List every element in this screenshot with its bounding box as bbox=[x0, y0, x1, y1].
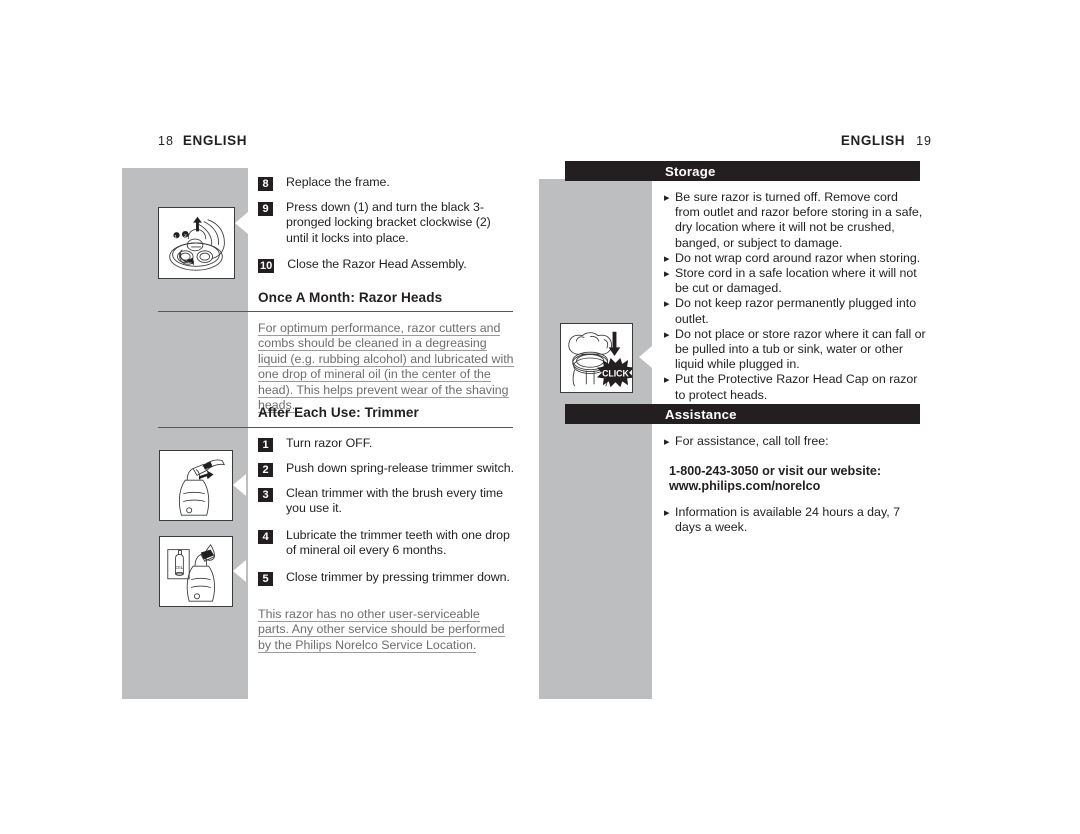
assistance-intro-bullet: ▸ For assistance, call toll free: bbox=[664, 434, 926, 449]
assistance-contact-block: 1-800-243-3050 or visit our website: www… bbox=[669, 464, 931, 495]
half-moon-bullet-icon: ▸ bbox=[664, 374, 670, 387]
toll-free-line: 1-800-243-3050 or visit our website: bbox=[669, 464, 882, 478]
step-item: 4 Lubricate the trimmer teeth with one d… bbox=[258, 528, 514, 559]
half-moon-bullet-icon: ▸ bbox=[664, 328, 670, 341]
step-number-badge: 1 bbox=[258, 438, 273, 452]
heading-rule bbox=[158, 311, 513, 313]
once-a-month-note-text: For optimum performance, razor cutters a… bbox=[258, 321, 514, 414]
half-moon-bullet-icon: ▸ bbox=[664, 252, 670, 265]
bullet-item: ▸ Be sure razor is turned off. Remove co… bbox=[664, 190, 926, 251]
svg-text:OIL: OIL bbox=[176, 565, 184, 571]
bullet-text: Put the Protective Razor Head Cap on raz… bbox=[675, 372, 918, 402]
assistance-hours-bullet: ▸ Information is available 24 hours a da… bbox=[664, 505, 926, 535]
trimmer-steps-list: 1 Turn razor OFF. 2 Push down spring-rel… bbox=[258, 436, 514, 595]
heading-after-each-use: After Each Use: Trimmer bbox=[258, 405, 419, 420]
running-head-right: ENGLISH 19 bbox=[841, 133, 932, 148]
step-item: 3 Clean trimmer with the brush every tim… bbox=[258, 486, 514, 517]
figure-pointer-1 bbox=[235, 212, 248, 234]
assistance-section-banner: Assistance bbox=[565, 404, 920, 424]
running-head-language-left: ENGLISH bbox=[182, 133, 248, 148]
half-moon-bullet-icon: ▸ bbox=[664, 298, 670, 311]
bullet-text: Information is available 24 hours a day,… bbox=[675, 505, 900, 535]
step-text: Replace the frame. bbox=[286, 175, 390, 189]
once-a-month-note: For optimum performance, razor cutters a… bbox=[258, 321, 516, 414]
razor-head-locking-bracket-figure: 1 2 bbox=[158, 207, 235, 279]
svg-text:1: 1 bbox=[174, 234, 177, 240]
step-text: Clean trimmer with the brush every time … bbox=[286, 486, 504, 516]
figure-pointer-4 bbox=[639, 346, 652, 368]
step-number-badge: 8 bbox=[258, 177, 273, 191]
bullet-text: Do not keep razor permanently plugged in… bbox=[675, 296, 917, 326]
step-item: 9 Press down (1) and turn the black 3-pr… bbox=[258, 200, 514, 246]
step-text: Turn razor OFF. bbox=[286, 436, 373, 450]
storage-bullet-list: ▸ Be sure razor is turned off. Remove co… bbox=[664, 190, 926, 403]
heading-once-a-month: Once A Month: Razor Heads bbox=[258, 290, 443, 305]
step-item: 10 Close the Razor Head Assembly. bbox=[258, 257, 514, 274]
step-text: Lubricate the trimmer teeth with one dro… bbox=[286, 527, 510, 558]
website-line: www.philips.com/norelco bbox=[669, 479, 821, 494]
step-number-badge: 9 bbox=[258, 202, 273, 216]
storage-banner-label: Storage bbox=[665, 163, 716, 179]
storage-section-banner: Storage bbox=[565, 161, 920, 181]
half-moon-bullet-icon: ▸ bbox=[664, 507, 670, 519]
heading-rule bbox=[158, 427, 513, 429]
step-text: Press down (1) and turn the black 3-pron… bbox=[286, 200, 491, 245]
half-moon-bullet-icon: ▸ bbox=[664, 436, 670, 448]
figure-pointer-2 bbox=[233, 474, 246, 496]
half-moon-bullet-icon: ▸ bbox=[664, 268, 670, 281]
step-text: Push down spring-release trimmer switch. bbox=[286, 461, 514, 475]
document-spread: { "document": { "type": "product-manual-… bbox=[0, 0, 1080, 834]
page-number-left: 18 bbox=[158, 134, 174, 148]
bullet-item: ▸ Do not wrap cord around razor when sto… bbox=[664, 251, 926, 266]
razor-head-steps-list: 8 Replace the frame. 9 Press down (1) an… bbox=[258, 175, 514, 282]
bullet-text: Be sure razor is turned off. Remove cord… bbox=[675, 190, 923, 250]
step-item: 5 Close trimmer by pressing trimmer down… bbox=[258, 570, 514, 586]
step-number-badge: 2 bbox=[258, 463, 273, 477]
running-head-left: 18 ENGLISH bbox=[158, 133, 247, 148]
half-moon-bullet-icon: ▸ bbox=[664, 192, 670, 204]
step-item: 8 Replace the frame. bbox=[258, 175, 514, 191]
step-text: Close trimmer by pressing trimmer down. bbox=[286, 569, 510, 584]
assistance-banner-label: Assistance bbox=[665, 406, 737, 422]
bullet-text: Do not wrap cord around razor when stori… bbox=[675, 250, 921, 265]
service-note: This razor has no other user-serviceable… bbox=[258, 607, 508, 653]
step-number-badge: 4 bbox=[258, 529, 273, 544]
bullet-item: ▸ For assistance, call toll free: bbox=[664, 434, 926, 449]
figure-pointer-3 bbox=[233, 560, 246, 582]
right-page: ENGLISH 19 Storage ▸ Be sure razor is tur… bbox=[539, 0, 1080, 834]
trimmer-oil-lubrication-figure: OIL bbox=[159, 536, 233, 607]
bullet-text: Store cord in a safe location where it w… bbox=[675, 266, 917, 296]
protective-razor-head-cap-figure: CLICK bbox=[560, 323, 633, 393]
step-number-badge: 10 bbox=[258, 259, 275, 274]
bullet-item: ▸ Information is available 24 hours a da… bbox=[664, 505, 926, 535]
trimmer-brush-cleaning-figure bbox=[159, 450, 233, 521]
running-head-language-right: ENGLISH bbox=[840, 133, 906, 148]
bullet-text: For assistance, call toll free: bbox=[675, 434, 829, 448]
step-item: 1 Turn razor OFF. bbox=[258, 436, 514, 452]
step-number-badge: 5 bbox=[258, 571, 273, 586]
step-text: Close the Razor Head Assembly. bbox=[287, 257, 467, 272]
svg-text:CLICK: CLICK bbox=[602, 368, 629, 378]
page-number-right: 19 bbox=[916, 134, 932, 148]
bullet-text: Do not place or store razor where it can… bbox=[675, 326, 926, 372]
left-page: 18 ENGLISH 1 2 OIL 8 Replace the frame. … bbox=[0, 0, 540, 834]
service-note-text: This razor has no other user-serviceable… bbox=[258, 607, 505, 653]
bullet-item: ▸ Do not keep razor permanently plugged … bbox=[664, 296, 926, 326]
bullet-item: ▸ Do not place or store razor where it c… bbox=[664, 327, 926, 373]
bullet-item: ▸ Put the Protective Razor Head Cap on r… bbox=[664, 372, 926, 402]
step-number-badge: 3 bbox=[258, 488, 273, 502]
bullet-item: ▸ Store cord in a safe location where it… bbox=[664, 266, 926, 296]
svg-text:2: 2 bbox=[184, 233, 187, 239]
right-figure-column-background bbox=[539, 179, 652, 699]
step-item: 2 Push down spring-release trimmer switc… bbox=[258, 461, 514, 477]
